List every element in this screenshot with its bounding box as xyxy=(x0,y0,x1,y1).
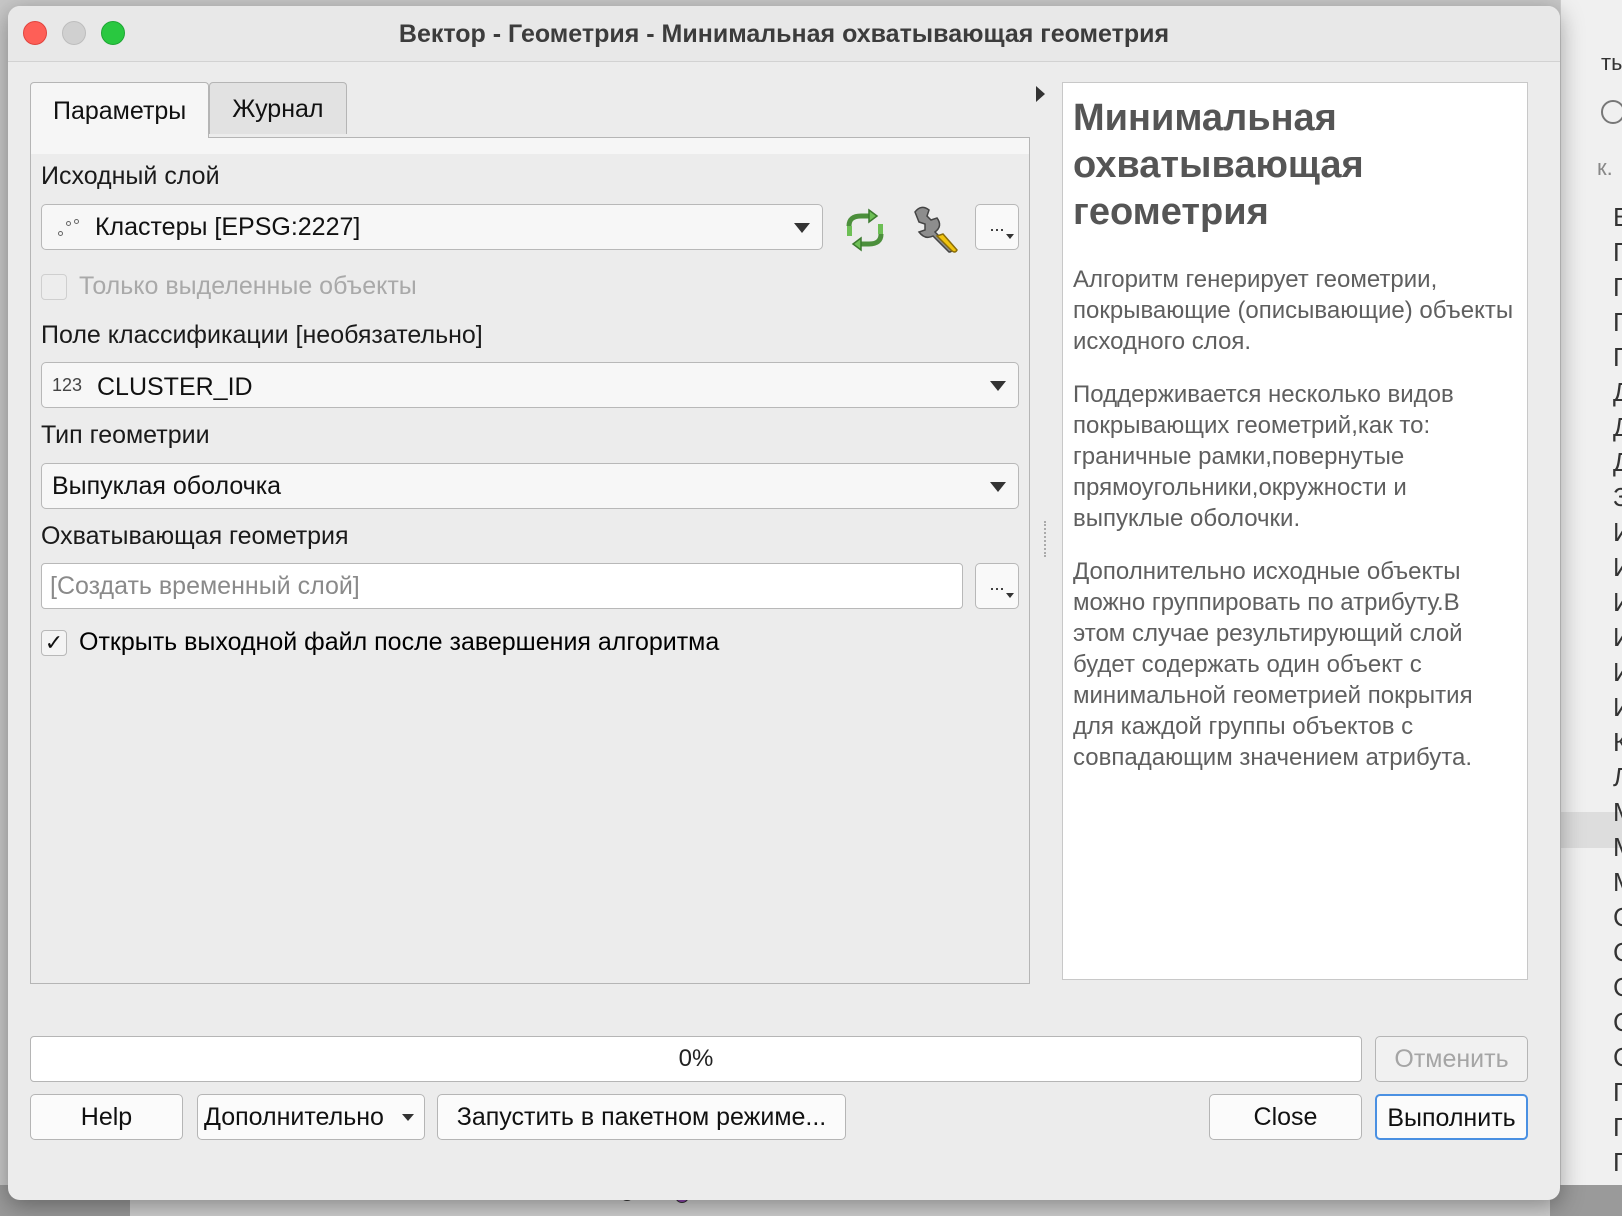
help-paragraph: Алгоритм генерирует геометрии, покрывающ… xyxy=(1073,266,1514,355)
collapse-help-icon[interactable] xyxy=(1036,86,1045,102)
background-list-item: И xyxy=(1613,655,1622,690)
window-title: Вектор - Геометрия - Минимальная охватыв… xyxy=(398,20,1170,48)
input-layer-more-button[interactable]: ... xyxy=(975,204,1019,250)
help-paragraph: Поддерживается несколько видов покрывающ… xyxy=(1073,381,1454,532)
input-layer-value: Кластеры [EPSG:2227] xyxy=(94,213,361,241)
background-text-fragment: ты xyxy=(1601,50,1622,75)
field-combo[interactable]: 123 CLUSTER_ID xyxy=(41,362,1019,408)
selected-only-checkbox[interactable] xyxy=(41,274,67,300)
iterate-button[interactable] xyxy=(839,204,891,256)
tab-bar: Параметры Журнал xyxy=(30,82,347,138)
iterate-icon xyxy=(846,208,884,252)
chevron-down-icon xyxy=(990,381,1006,391)
background-list-item: С xyxy=(1613,1005,1622,1040)
chevron-down-icon xyxy=(402,1114,414,1121)
open-after-checkbox[interactable]: ✓ xyxy=(41,630,67,656)
chevron-down-icon xyxy=(1006,234,1014,239)
title-bar: Вектор - Геометрия - Минимальная охватыв… xyxy=(8,6,1560,62)
background-list-item: С xyxy=(1613,900,1622,935)
help-button[interactable]: Help xyxy=(30,1094,183,1140)
field-value: CLUSTER_ID xyxy=(97,373,253,401)
background-list-item: М xyxy=(1613,865,1622,900)
close-button[interactable]: Close xyxy=(1209,1094,1362,1140)
tab-parameters[interactable]: Параметры xyxy=(30,82,210,138)
background-list-item: М xyxy=(1613,830,1622,865)
background-list-item: И xyxy=(1613,515,1622,550)
progress-bar: 0% xyxy=(30,1036,1362,1082)
integer-field-icon: 123 xyxy=(52,375,83,395)
background-list-item: И xyxy=(1613,550,1622,585)
input-layer-label: Исходный слой xyxy=(41,162,220,190)
background-list-item: П xyxy=(1613,1075,1622,1110)
help-pane: Минимальная охватывающая геометрия Алгор… xyxy=(1062,82,1528,980)
background-list-item: С xyxy=(1613,935,1622,970)
background-list-item: З xyxy=(1613,482,1622,512)
background-list-item: Д xyxy=(1613,447,1622,477)
parameters-panel: Исходный слой Кластеры [EPSG:2227] ... Т… xyxy=(30,137,1030,984)
field-label: Поле классификации [необязательно] xyxy=(41,321,483,349)
cancel-button[interactable]: Отменить xyxy=(1375,1036,1528,1082)
background-list-item: И xyxy=(1613,690,1622,725)
background-list-item: В xyxy=(1613,202,1622,232)
run-button[interactable]: Выполнить xyxy=(1375,1094,1528,1140)
output-label: Охватывающая геометрия xyxy=(41,522,349,550)
background-list-item: П xyxy=(1613,235,1622,270)
splitter-handle[interactable] xyxy=(1044,521,1048,557)
output-more-button[interactable]: ... xyxy=(975,563,1019,609)
advanced-menu-button[interactable]: Дополнительно xyxy=(197,1094,425,1140)
background-list-item: И xyxy=(1613,585,1622,620)
background-list-item: Д xyxy=(1613,377,1622,407)
background-list-item: М xyxy=(1613,795,1622,830)
wrench-icon xyxy=(914,206,958,253)
background-list-item: И xyxy=(1613,620,1622,655)
background-list: ВППППДДДЗИИИИИИКЛМММСССССППП xyxy=(1613,200,1622,1180)
geometry-type-combo[interactable]: Выпуклая оболочка xyxy=(41,463,1019,509)
background-list-item: С xyxy=(1613,970,1622,1005)
tab-log[interactable]: Журнал xyxy=(209,82,347,134)
background-list-item: П xyxy=(1613,270,1622,305)
dialog-window: Вектор - Геометрия - Минимальная охватыв… xyxy=(8,6,1560,1200)
selected-only-label: Только выделенные объекты xyxy=(79,272,417,300)
background-list-item: П xyxy=(1613,1145,1622,1180)
batch-run-button[interactable]: Запустить в пакетном режиме... xyxy=(437,1094,846,1140)
geometry-type-value: Выпуклая оболочка xyxy=(52,472,282,500)
background-list-item: Л xyxy=(1613,762,1622,792)
background-app-panel: ты к. ВППППДДДЗИИИИИИКЛМММСССССППП xyxy=(1560,0,1622,1216)
background-search-fragment: к. xyxy=(1597,155,1613,180)
background-list-item: П xyxy=(1613,1110,1622,1145)
advanced-options-button[interactable] xyxy=(907,202,959,254)
chevron-down-icon xyxy=(990,482,1006,492)
background-list-item: П xyxy=(1613,340,1622,375)
chevron-down-icon xyxy=(794,223,810,233)
background-list-item: П xyxy=(1613,305,1622,340)
geometry-type-label: Тип геометрии xyxy=(41,421,210,449)
help-title: Минимальная охватывающая геометрия xyxy=(1073,97,1364,233)
output-field[interactable]: [Создать временный слой] xyxy=(41,563,963,609)
clock-icon xyxy=(1601,100,1622,124)
point-layer-icon xyxy=(52,213,82,243)
chevron-down-icon xyxy=(1006,593,1014,598)
background-list-item: Д xyxy=(1613,412,1622,442)
background-list-item: К xyxy=(1613,727,1622,757)
background-list-item: С xyxy=(1613,1040,1622,1075)
open-after-label: Открыть выходной файл после завершения а… xyxy=(79,628,720,656)
input-layer-combo[interactable]: Кластеры [EPSG:2227] xyxy=(41,204,823,250)
help-paragraph: Дополнительно исходные объекты можно гру… xyxy=(1073,558,1473,771)
